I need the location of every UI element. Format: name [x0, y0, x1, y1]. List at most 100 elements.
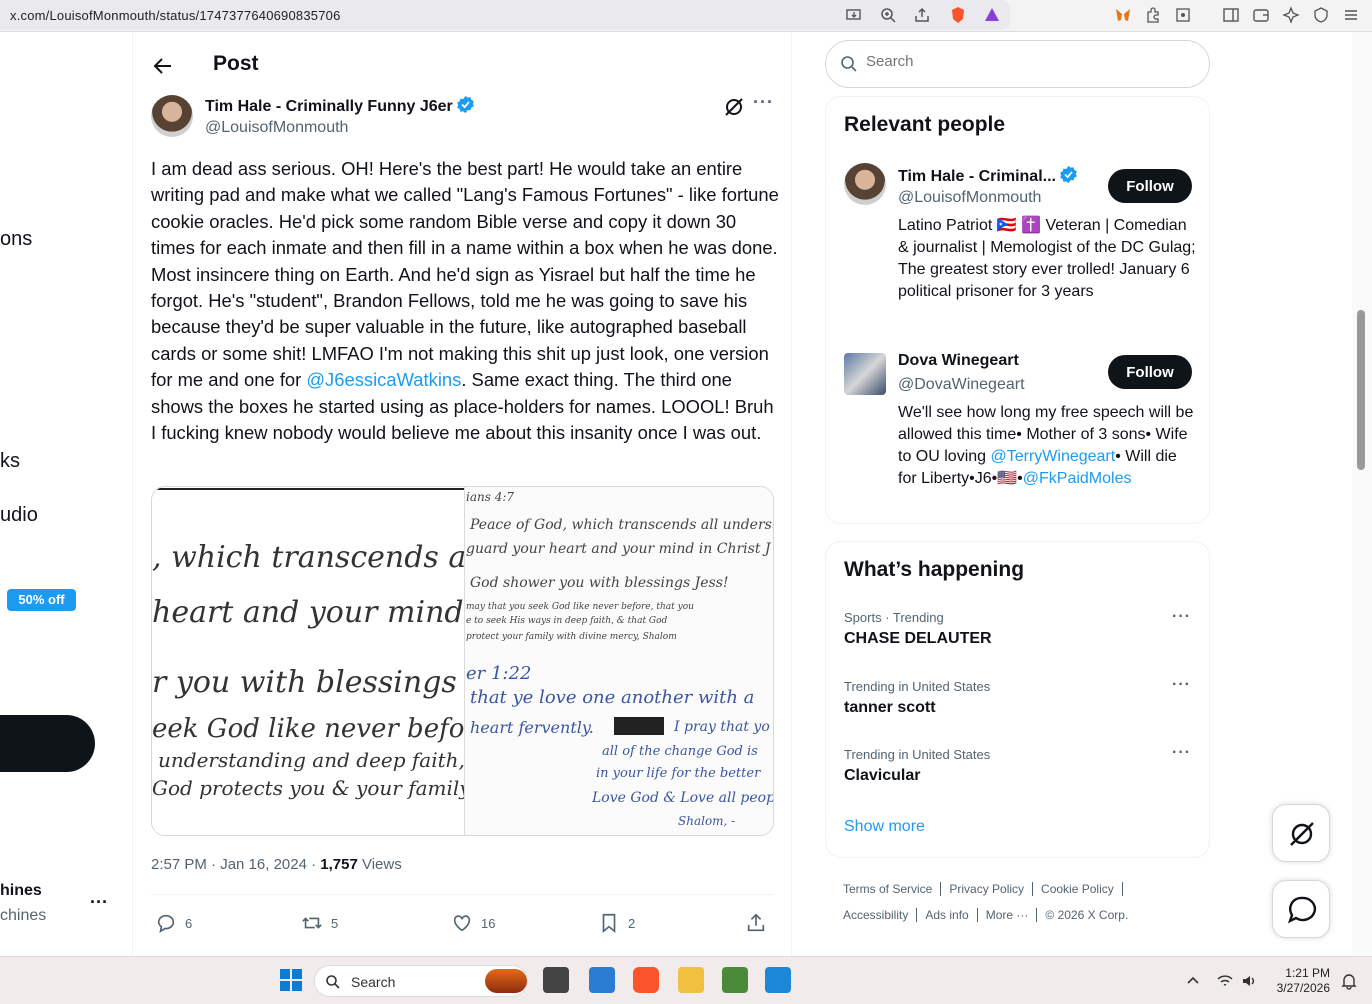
post-more-icon[interactable]: ···	[753, 92, 774, 113]
menu-icon[interactable]	[1342, 6, 1360, 24]
author-avatar[interactable]	[151, 95, 193, 137]
image1-line: heart and your mind	[152, 595, 464, 630]
nav-item-fragment-1[interactable]: ons	[0, 228, 32, 251]
author-name-row[interactable]: Tim Hale - Criminally Funny J6er	[205, 95, 475, 116]
post-mention-link[interactable]: @J6essicaWatkins	[306, 369, 461, 390]
bio-mention-link[interactable]: @TerryWinegeart	[990, 448, 1115, 465]
like-button[interactable]: 16	[451, 912, 495, 936]
main-column: Post Tim Hale - Criminally Funny J6er @L…	[133, 32, 792, 956]
search-icon	[841, 56, 857, 72]
promo-badge[interactable]: 50% off	[7, 589, 76, 611]
person-name[interactable]: Tim Hale - Criminal...	[898, 168, 1056, 185]
follow-button[interactable]: Follow	[1108, 169, 1192, 203]
scrollbar-thumb[interactable]	[1357, 310, 1365, 470]
messages-fab[interactable]	[1272, 880, 1330, 938]
footer-link[interactable]: More ···	[985, 908, 1038, 922]
reply-icon	[157, 914, 175, 933]
show-more-link[interactable]: Show more	[844, 818, 925, 836]
grok-icon	[1290, 822, 1314, 846]
search-input[interactable]	[866, 53, 1186, 70]
image2-line: all of the change God is	[602, 744, 758, 759]
install-app-icon[interactable]	[845, 6, 863, 24]
address-url: x.com/LouisofMonmouth/status/17473776406…	[10, 8, 341, 23]
metamask-icon[interactable]	[1114, 6, 1132, 24]
brave-shields-icon[interactable]	[949, 6, 967, 24]
sidebar-icon[interactable]	[1222, 6, 1240, 24]
author-name[interactable]: Tim Hale - Criminally Funny J6er	[205, 98, 453, 115]
search-box[interactable]	[825, 40, 1210, 88]
bookmark-button[interactable]: 2	[598, 912, 635, 936]
left-nav: ons ks udio 50% off hines chines ···	[0, 32, 133, 956]
media-image-1[interactable]: , which transcends all heart and your mi…	[152, 487, 464, 835]
image2-line: guard your heart and your mind in Christ…	[466, 541, 772, 557]
person-name[interactable]: Dova Winegeart	[898, 352, 1019, 370]
account-more-icon[interactable]: ···	[90, 892, 108, 913]
vscode-icon[interactable]	[765, 967, 791, 993]
account-name[interactable]: hines	[0, 882, 42, 900]
footer-link[interactable]: Ads info	[925, 908, 978, 922]
account-handle[interactable]: chines	[0, 907, 46, 925]
trend-category[interactable]: Trending in United States	[844, 747, 990, 762]
brave-app-icon[interactable]	[633, 967, 659, 993]
file-explorer-icon[interactable]	[678, 967, 704, 993]
bookmark-icon	[602, 913, 616, 934]
notification-bell-icon[interactable]	[1340, 972, 1358, 990]
vpn-icon[interactable]	[1312, 6, 1330, 24]
footer-link[interactable]: Privacy Policy	[949, 882, 1034, 896]
nav-item-fragment-2[interactable]: ks	[0, 450, 20, 473]
wifi-icon[interactable]	[1216, 972, 1234, 990]
trend-more-icon[interactable]: ···	[1172, 744, 1191, 762]
repost-button[interactable]: 5	[301, 912, 338, 936]
wallet-icon[interactable]	[1252, 6, 1270, 24]
follow-button[interactable]: Follow	[1108, 355, 1192, 389]
repost-icon	[302, 917, 322, 929]
post-button[interactable]	[0, 715, 95, 772]
media-image-2[interactable]: ians 4:7 Peace of God, which transcends …	[464, 487, 774, 835]
footer-link[interactable]: Terms of Service	[843, 882, 942, 896]
post-media[interactable]: , which transcends all heart and your mi…	[151, 486, 774, 836]
trend-name[interactable]: Clavicular	[844, 767, 920, 785]
image2-line: Peace of God, which transcends all under…	[469, 517, 774, 533]
person-handle[interactable]: @DovaWinegeart	[898, 376, 1025, 394]
windows-start-icon[interactable]	[278, 967, 304, 993]
person-avatar[interactable]	[844, 353, 886, 395]
image2-line: Love God & Love all people	[591, 790, 774, 806]
app-icon[interactable]	[722, 967, 748, 993]
bookmark-count: 2	[628, 916, 636, 931]
widgets-icon[interactable]	[589, 967, 615, 993]
nav-item-fragment-3[interactable]: udio	[0, 504, 38, 527]
zoom-icon[interactable]	[879, 6, 897, 24]
trend-more-icon[interactable]: ···	[1172, 608, 1191, 626]
grok-fab[interactable]	[1272, 804, 1330, 862]
reader-icon[interactable]	[1174, 6, 1192, 24]
post-time[interactable]: 2:57 PM · Jan 16, 2024 ·	[151, 856, 320, 873]
extensions-icon[interactable]	[1144, 6, 1162, 24]
person-name-row[interactable]: Tim Hale - Criminal...	[898, 165, 1078, 186]
back-arrow-icon[interactable]	[151, 54, 175, 78]
author-handle[interactable]: @LouisofMonmouth	[205, 119, 348, 137]
trend-name[interactable]: CHASE DELAUTER	[844, 630, 992, 648]
leo-ai-icon[interactable]	[1282, 6, 1300, 24]
footer-link[interactable]: Accessibility	[843, 908, 918, 922]
scrollbar[interactable]	[1352, 32, 1372, 956]
reply-button[interactable]: 6	[155, 912, 192, 936]
bio-mention-link[interactable]: @FkPaidMoles	[1023, 470, 1132, 487]
views-count: 1,757	[320, 856, 358, 873]
volume-icon[interactable]	[1240, 972, 1258, 990]
trend-category[interactable]: Trending in United States	[844, 679, 990, 694]
trend-name[interactable]: tanner scott	[844, 699, 936, 717]
brave-rewards-icon[interactable]	[983, 6, 1001, 24]
share-button[interactable]	[745, 912, 775, 936]
footer-link[interactable]: Cookie Policy	[1041, 882, 1123, 896]
person-avatar[interactable]	[844, 163, 886, 205]
taskbar-search[interactable]: Search	[314, 965, 528, 997]
heart-icon	[453, 915, 471, 932]
share-icon[interactable]	[913, 6, 931, 24]
chevron-up-icon[interactable]	[1186, 974, 1200, 988]
grok-icon[interactable]	[723, 96, 745, 118]
taskbar-clock[interactable]: 1:21 PM 3/27/2026	[1270, 966, 1330, 996]
trend-category[interactable]: Sports · Trending	[844, 610, 944, 625]
person-handle[interactable]: @LouisofMonmouth	[898, 189, 1041, 207]
task-view-icon[interactable]	[543, 967, 569, 993]
trend-more-icon[interactable]: ···	[1172, 676, 1191, 694]
